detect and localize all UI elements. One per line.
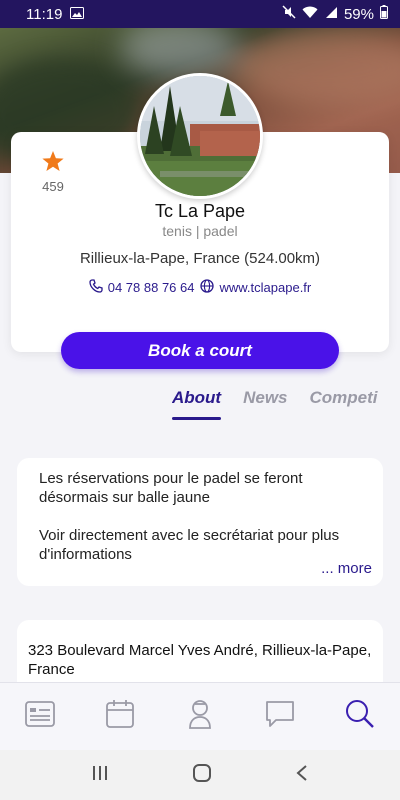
favorite-block[interactable]: 459 (38, 150, 68, 194)
website-link[interactable]: www.tclapape.fr (200, 279, 311, 296)
status-time: 11:19 (26, 5, 63, 23)
battery-percent: 59% (343, 5, 374, 23)
club-location: Rillieux-la-Pape, France (524.00km) (79, 250, 321, 267)
phone-number[interactable]: 04 78 88 76 64 (108, 280, 195, 295)
tab-news[interactable]: News (243, 388, 287, 420)
status-bar: 11:19 59% (0, 0, 400, 28)
gallery-icon (70, 6, 85, 23)
mute-icon (282, 5, 296, 23)
star-icon[interactable] (38, 150, 68, 173)
tab-competitions[interactable]: Competi (310, 388, 378, 420)
phone-icon (89, 279, 103, 296)
signal-icon (324, 6, 338, 23)
favorite-count: 459 (42, 179, 64, 194)
calendar-icon (105, 699, 135, 734)
address-text: 323 Boulevard Marcel Yves André, Rillieu… (28, 642, 372, 678)
club-sports: tenis | padel (162, 223, 238, 239)
about-text-1: Les réservations pour le padel se feront… (39, 470, 303, 506)
home-icon[interactable] (192, 763, 212, 788)
nav-item-search[interactable] (335, 692, 385, 742)
more-link[interactable]: ... more (321, 559, 372, 578)
recent-apps-icon[interactable] (91, 765, 109, 786)
battery-icon (380, 5, 388, 23)
nav-item-card[interactable] (15, 692, 65, 742)
search-icon (344, 698, 376, 735)
contact-row: 04 78 88 76 64 www.tclapape.fr (0, 279, 400, 296)
back-icon[interactable] (295, 764, 309, 787)
club-name: Tc La Pape (154, 201, 246, 221)
club-avatar (137, 73, 263, 199)
chat-icon (264, 699, 296, 734)
wifi-icon (302, 6, 318, 23)
system-navigation (0, 750, 400, 800)
phone-link[interactable]: 04 78 88 76 64 (89, 279, 195, 296)
globe-icon (200, 279, 215, 296)
club-tabs: About News Competi (172, 388, 400, 420)
book-court-button[interactable]: Book a court (61, 332, 339, 369)
card-icon (24, 700, 56, 733)
website-url[interactable]: www.tclapape.fr (219, 280, 311, 295)
coach-icon (187, 698, 213, 735)
tab-about[interactable]: About (172, 388, 222, 420)
about-text-2: Voir directement avec le secrétariat pou… (39, 527, 340, 563)
nav-item-coach[interactable] (175, 692, 225, 742)
about-card: Les réservations pour le padel se feront… (17, 458, 383, 586)
nav-item-calendar[interactable] (95, 692, 145, 742)
nav-item-chat[interactable] (255, 692, 305, 742)
bottom-navigation (0, 682, 400, 750)
